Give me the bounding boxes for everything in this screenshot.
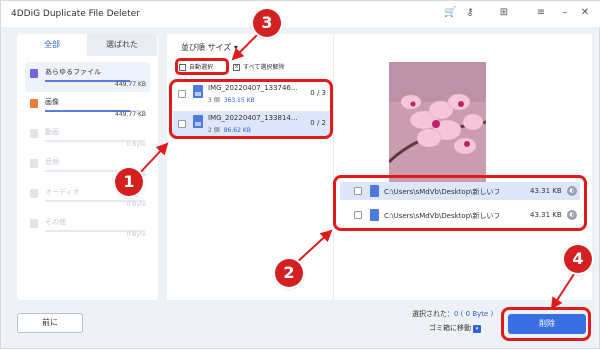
category-item: その他 0 Byte: [25, 212, 150, 242]
category-size: 449.77 KB: [115, 81, 146, 88]
category-panel: 全部 選ばれた あらゆるファイル 449.77 KB 画像 449.77 KB 動画 0 …: [17, 34, 158, 300]
preview-panel: ⌃ C:\Users\sMdVb\Desktop\新しいフォ... 43.31 …: [333, 34, 592, 300]
highlight-group-list: [169, 79, 333, 139]
category-name: オーディオ: [45, 188, 80, 196]
category-name: その他: [45, 218, 66, 226]
close-icon[interactable]: ✕: [579, 7, 591, 19]
sort-dropdown[interactable]: 並び順 サイズ ▾: [181, 42, 238, 53]
app-window: 4DDiG Duplicate File Deleter 🛒 ⚷ ⊞ ≡ – ✕…: [0, 0, 600, 349]
highlight-file-list: [333, 175, 587, 231]
selection-value: 0 ( 0 Byte ): [454, 310, 494, 318]
category-size: 0 Byte: [126, 201, 146, 208]
category-size: 0 Byte: [126, 141, 146, 148]
clear-selection-label: すべて選択解除: [243, 64, 285, 71]
category-size: 449.77 KB: [115, 111, 146, 118]
clear-selection-button[interactable]: × すべて選択解除: [233, 62, 284, 74]
trash-label: ゴミ箱に移動: [429, 324, 471, 332]
app-title: 4DDiG Duplicate File Deleter: [11, 9, 140, 19]
category-name: 音频: [45, 158, 59, 166]
highlight-delete: [501, 307, 591, 341]
clear-selection-icon: ×: [233, 64, 240, 71]
category-item[interactable]: あらゆるファイル 449.77 KB: [25, 62, 150, 92]
image-preview: [389, 62, 486, 187]
step-badge-4: 4: [564, 245, 592, 273]
audio-file-icon: [30, 189, 38, 198]
tab-selected[interactable]: 選ばれた: [87, 34, 157, 56]
key-icon[interactable]: ⚷: [464, 7, 476, 19]
folder-icon: [30, 69, 38, 78]
cart-icon[interactable]: 🛒: [444, 7, 456, 19]
grid-icon[interactable]: ⊞: [498, 7, 510, 19]
step-badge-1: 1: [115, 168, 143, 196]
video-icon: [30, 129, 38, 138]
category-size: 0 Byte: [126, 231, 146, 238]
move-to-trash-dropdown[interactable]: ゴミ箱に移動 ▾: [429, 323, 481, 333]
step-badge-3: 3: [253, 9, 281, 37]
title-bar: 4DDiG Duplicate File Deleter 🛒 ⚷ ⊞ ≡ – ✕: [1, 1, 600, 27]
category-name: 動画: [45, 128, 59, 136]
selection-info: 選択された：0 ( 0 Byte ): [412, 309, 493, 319]
tab-all[interactable]: 全部: [17, 34, 87, 56]
step-badge-2: 2: [275, 259, 303, 287]
category-name: あらゆるファイル: [45, 68, 101, 76]
category-name: 画像: [45, 98, 59, 106]
category-item: 動画 0 Byte: [25, 122, 150, 152]
audio-icon: [30, 159, 38, 168]
category-item[interactable]: 画像 449.77 KB: [25, 92, 150, 122]
chevron-down-icon: ▾: [473, 325, 481, 333]
back-button[interactable]: 前に: [17, 313, 83, 333]
highlight-auto-select: [175, 58, 229, 75]
menu-icon[interactable]: ≡: [535, 7, 547, 19]
minimize-icon[interactable]: –: [559, 7, 571, 19]
image-icon: [30, 99, 38, 108]
other-icon: [30, 219, 38, 228]
selection-label: 選択された：: [412, 310, 454, 318]
